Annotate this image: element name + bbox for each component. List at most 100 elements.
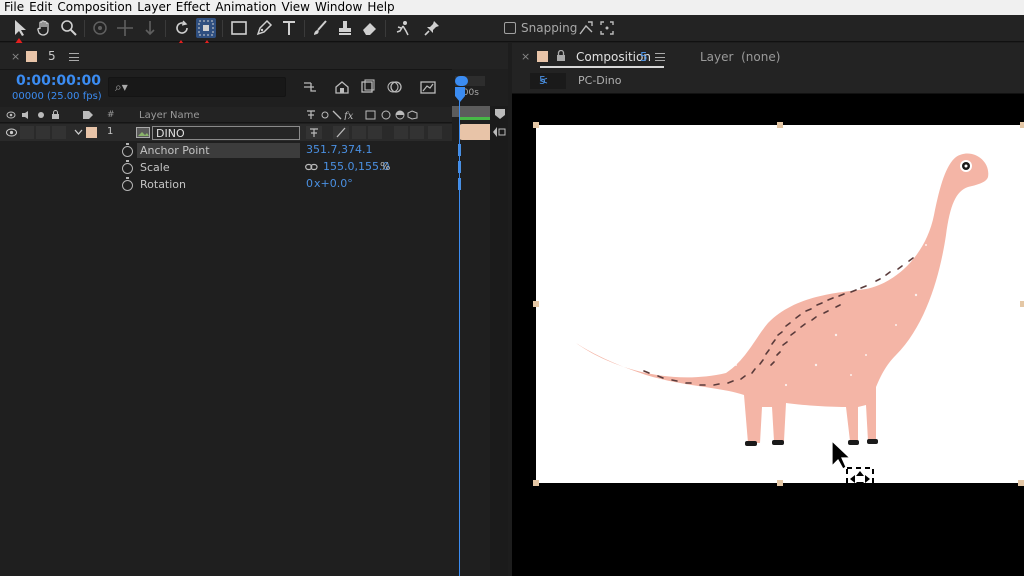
timeline-search-input[interactable]: ⌕▾ — [108, 77, 286, 97]
visibility-eye-icon[interactable] — [6, 128, 17, 137]
property-label: Rotation — [140, 178, 187, 191]
graph-editor-icon[interactable] — [420, 79, 436, 95]
orbit-icon[interactable] — [90, 18, 110, 38]
shy-switch[interactable] — [306, 126, 322, 139]
transform-handle[interactable] — [533, 480, 539, 486]
menu-file[interactable]: File — [4, 0, 24, 15]
playhead-handle-icon[interactable] — [454, 86, 466, 104]
layer-index: 1 — [107, 126, 114, 137]
breadcrumb-comp-name[interactable]: PC-Dino — [578, 74, 622, 87]
transform-handle[interactable] — [1020, 122, 1024, 128]
puppet-pin-icon[interactable] — [422, 18, 442, 38]
constrain-proportions-link-icon[interactable] — [305, 163, 318, 171]
svg-text:fx: fx — [343, 111, 354, 120]
timeline-tab-bar: × 5 — [0, 43, 508, 70]
menu-edit[interactable]: Edit — [29, 0, 52, 15]
lock-icon[interactable] — [556, 50, 566, 61]
brush-icon[interactable] — [310, 18, 330, 38]
comp-mini-flowchart-icon[interactable] — [302, 79, 318, 95]
tools-toolbar: Snapping — [0, 15, 1024, 42]
label-swatch — [26, 51, 37, 62]
draft-3d-icon[interactable] — [334, 79, 350, 95]
rotation-icon[interactable] — [172, 18, 192, 38]
hand-icon[interactable] — [34, 18, 54, 38]
menu-effect[interactable]: Effect — [176, 0, 211, 15]
current-time-display[interactable]: 0:00:00:00 — [16, 73, 101, 89]
transform-handle[interactable] — [533, 301, 539, 307]
clone-stamp-icon[interactable] — [335, 18, 355, 38]
chevron-down-icon[interactable] — [74, 129, 83, 136]
transform-handle[interactable] — [1020, 301, 1024, 307]
snap-edges-icon[interactable] — [576, 18, 596, 38]
layer-label-swatch[interactable] — [86, 127, 97, 138]
column-number-header: # — [107, 110, 115, 120]
property-row-rotation[interactable]: Rotation 0 x+0.0° — [0, 176, 452, 193]
property-row-scale[interactable]: Scale 155.0,155.0 % — [0, 159, 452, 176]
snapping-label: Snapping — [521, 21, 578, 35]
composition-tab-number: 5 — [640, 50, 648, 64]
eraser-icon[interactable] — [360, 18, 380, 38]
pan-behind-icon[interactable] — [196, 18, 216, 38]
stopwatch-icon[interactable] — [122, 177, 133, 191]
comp-flowchart-breadcrumb[interactable]: 5 < — [530, 73, 566, 89]
dolly-icon[interactable] — [140, 18, 160, 38]
close-icon[interactable]: × — [11, 50, 20, 63]
menu-view[interactable]: View — [282, 0, 310, 15]
timeline-tab[interactable]: 5 — [48, 49, 56, 63]
menu-composition[interactable]: Composition — [57, 0, 132, 15]
menu-bar: File Edit Composition Layer Effect Anima… — [0, 0, 1024, 15]
menu-help[interactable]: Help — [367, 0, 394, 15]
menu-layer[interactable]: Layer — [137, 0, 170, 15]
snap-features-icon[interactable] — [597, 18, 617, 38]
frame-blending-icon[interactable] — [360, 79, 376, 95]
zoom-icon[interactable] — [59, 18, 79, 38]
layer-name-field[interactable]: DINO — [152, 126, 300, 140]
zoom-slider-handle[interactable] — [455, 76, 468, 86]
layer-name: DINO — [156, 127, 185, 140]
stopwatch-icon[interactable] — [122, 143, 133, 157]
panel-menu-icon[interactable] — [69, 53, 79, 61]
property-row-anchor-point[interactable]: Anchor Point 351.7,374.1 — [0, 142, 452, 159]
column-layer-name-header[interactable]: Layer Name — [139, 110, 200, 121]
property-value-degrees[interactable]: x+0.0° — [314, 177, 353, 190]
property-unit: % — [380, 160, 391, 173]
snapping-toggle[interactable]: Snapping — [504, 21, 577, 35]
keyframe-indicator[interactable] — [458, 161, 461, 173]
av-switches-header-icon — [6, 110, 59, 119]
search-icon: ⌕▾ — [115, 80, 128, 94]
work-area-range[interactable] — [452, 106, 490, 117]
layer-viewer-tab[interactable]: Layer (none) — [700, 50, 780, 64]
transform-handle[interactable] — [1018, 480, 1024, 486]
timeline-panel: × 5 0:00:00:00 00000 (25.00 fps) ⌕▾ # La… — [0, 43, 508, 576]
motion-blur-icon[interactable] — [387, 79, 403, 95]
rectangle-icon[interactable] — [229, 18, 249, 38]
layer-duration-bar[interactable] — [459, 124, 490, 140]
panel-menu-icon[interactable] — [655, 53, 665, 61]
active-tab-indicator — [540, 66, 664, 68]
pan-icon[interactable] — [115, 18, 135, 38]
dino-image[interactable] — [536, 125, 1024, 483]
comp-marker-bin-icon[interactable] — [494, 108, 506, 120]
pen-icon[interactable] — [254, 18, 274, 38]
stopwatch-icon[interactable] — [122, 160, 133, 174]
selection-icon[interactable] — [10, 18, 30, 38]
transform-handle[interactable] — [777, 480, 783, 486]
transform-handle[interactable] — [533, 122, 539, 128]
menu-animation[interactable]: Animation — [215, 0, 276, 15]
property-value[interactable]: 351.7,374.1 — [306, 143, 372, 156]
composition-canvas[interactable] — [536, 125, 1024, 483]
layer-end-handle-icon[interactable] — [492, 126, 506, 138]
property-value-revolutions[interactable]: 0 — [306, 177, 313, 190]
render-cache-bar — [460, 117, 490, 120]
menu-window[interactable]: Window — [315, 0, 362, 15]
keyframe-indicator[interactable] — [458, 144, 461, 156]
keyframe-indicator[interactable] — [458, 178, 461, 190]
close-icon[interactable]: × — [521, 50, 530, 63]
roto-brush-icon[interactable] — [393, 18, 413, 38]
chevron-left-icon[interactable]: < — [539, 74, 548, 87]
transform-handle[interactable] — [777, 122, 783, 128]
type-icon[interactable] — [279, 18, 299, 38]
snapping-checkbox[interactable] — [504, 22, 516, 34]
quality-switch[interactable] — [333, 126, 349, 139]
label-swatch — [537, 51, 548, 62]
